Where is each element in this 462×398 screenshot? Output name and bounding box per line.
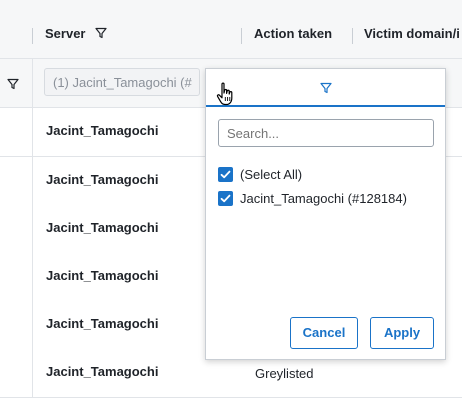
server-cell: Jacint_Tamagochi (46, 123, 159, 138)
filter-tab[interactable] (206, 69, 445, 107)
option-label: (Select All) (240, 167, 303, 182)
column-header-label: Action taken (254, 26, 333, 41)
column-header-label: Victim domain/i (364, 26, 460, 41)
filter-icon[interactable] (95, 27, 107, 42)
action-cell: Greylisted (255, 366, 314, 381)
column-header-server[interactable]: Server (33, 0, 241, 58)
grid-header: Server Action taken Victim domain/i (0, 0, 462, 59)
filter-option[interactable]: Jacint_Tamagochi (#128184) (218, 190, 433, 210)
column-header-label: Server (45, 26, 86, 41)
server-filter-input[interactable]: (1) Jacint_Tamagochi (# (44, 68, 200, 96)
column-divider (32, 301, 33, 349)
server-cell: Jacint_Tamagochi (46, 220, 159, 235)
checkbox-checked-icon[interactable] (218, 191, 233, 206)
filter-icon[interactable] (7, 77, 19, 95)
column-header-victim-domain[interactable]: Victim domain/i (353, 0, 462, 58)
server-cell: Jacint_Tamagochi (46, 172, 159, 187)
option-label: Jacint_Tamagochi (#128184) (240, 191, 407, 206)
server-cell: Jacint_Tamagochi (46, 364, 159, 379)
column-divider (32, 205, 33, 253)
column-divider (32, 108, 33, 156)
filter-search-input[interactable] (218, 119, 434, 147)
server-filter-value: (1) Jacint_Tamagochi (# (53, 75, 192, 90)
column-divider (32, 157, 33, 205)
column-divider (32, 59, 33, 107)
filter-icon[interactable] (320, 81, 332, 99)
column-header-action-taken[interactable]: Action taken (242, 0, 352, 58)
server-cell: Jacint_Tamagochi (46, 316, 159, 331)
apply-button[interactable]: Apply (370, 317, 434, 349)
column-filter-popup: (Select All) Jacint_Tamagochi (#128184) … (205, 68, 446, 360)
server-cell: Jacint_Tamagochi (46, 268, 159, 283)
select-all-option[interactable]: (Select All) (218, 166, 428, 186)
column-divider (32, 349, 33, 397)
cancel-button[interactable]: Cancel (290, 317, 358, 349)
hand-cursor-icon (216, 82, 236, 113)
checkbox-checked-icon[interactable] (218, 167, 233, 182)
column-divider (32, 253, 33, 301)
